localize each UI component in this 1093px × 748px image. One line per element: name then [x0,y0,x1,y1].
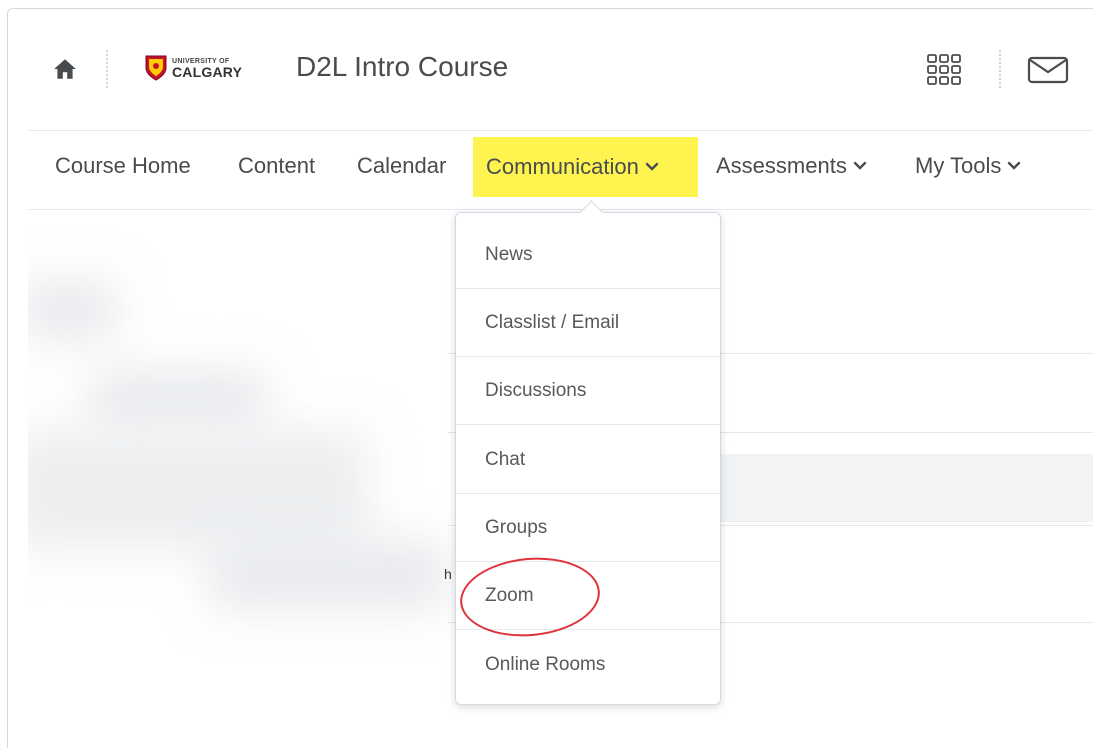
menu-item-zoom[interactable]: Zoom [456,563,720,630]
logo-line-2: CALGARY [172,63,243,80]
nav-communication[interactable]: Communication [473,137,698,197]
university-logo[interactable]: UNIVERSITY OF CALGARY [144,52,242,84]
nav-label: Communication [486,154,639,179]
envelope-icon[interactable] [1027,56,1071,84]
chevron-down-icon [645,162,659,171]
partial-text: h [444,566,452,582]
top-header: UNIVERSITY OF CALGARY D2L Intro Course [0,0,1093,125]
nav-calendar[interactable]: Calendar [357,153,446,179]
menu-item-groups[interactable]: Groups [456,495,720,562]
chevron-down-icon [1008,161,1021,170]
nav-label: Calendar [357,153,447,178]
nav-label: My Tools [915,153,1002,178]
header-separator [999,50,1001,88]
nav-course-home[interactable]: Course Home [55,153,191,179]
blurred-block [28,280,118,340]
blurred-block [28,430,368,550]
content-band [718,454,1093,522]
waffle-grid-icon[interactable] [926,54,964,86]
menu-item-chat[interactable]: Chat [456,427,720,494]
logo-wordmark: UNIVERSITY OF CALGARY [172,58,242,79]
menu-item-news[interactable]: News [456,222,720,289]
blurred-block [88,370,268,430]
menu-item-discussions[interactable]: Discussions [456,358,720,425]
nav-content[interactable]: Content [238,153,315,179]
nav-my-tools[interactable]: My Tools [915,153,1021,179]
crest-icon [145,55,167,81]
nav-assessments[interactable]: Assessments [716,153,867,179]
home-icon[interactable] [52,56,78,82]
header-separator [106,50,108,88]
nav-label: Assessments [716,153,847,178]
nav-label: Course Home [55,153,191,178]
blurred-block [208,540,448,610]
nav-label: Content [238,153,316,178]
chevron-down-icon [853,161,867,170]
communication-dropdown-menu: News Classlist / Email Discussions Chat … [455,200,721,705]
menu-item-online-rooms[interactable]: Online Rooms [456,631,720,698]
menu-item-classlist-email[interactable]: Classlist / Email [456,290,720,357]
course-title[interactable]: D2L Intro Course [296,51,508,83]
course-navbar: Course Home Content Calendar Communicati… [0,131,1093,209]
